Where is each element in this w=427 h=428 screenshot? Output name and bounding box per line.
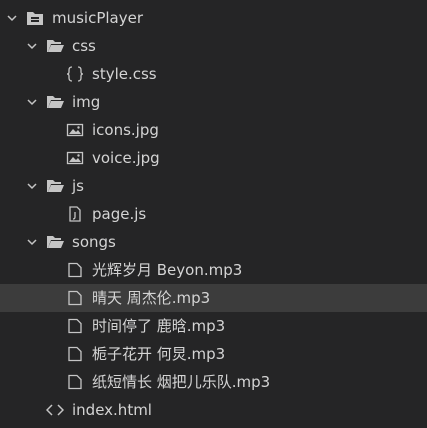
folder-open-icon (46, 233, 64, 251)
file-icon (66, 205, 84, 223)
folder-open-icon (46, 93, 64, 111)
root-folder-icon (26, 9, 44, 27)
tree-item-song-qingtian[interactable]: 晴天 周杰伦.mp3 (0, 284, 427, 312)
tree-item-label: css (72, 37, 96, 55)
tree-item-label: 时间停了 鹿晗.mp3 (92, 317, 226, 335)
tree-item-song-zhiduan[interactable]: 纸短情长 烟把儿乐队.mp3 (0, 368, 427, 396)
image-icon (66, 149, 84, 167)
tree-item-label: index.html (72, 401, 152, 419)
tree-item-index-html[interactable]: index.html (0, 396, 427, 424)
tree-item-label: voice.jpg (92, 149, 160, 167)
tree-item-label: img (72, 93, 101, 111)
tree-item-label: icons.jpg (92, 121, 159, 139)
tree-item-icons-jpg[interactable]: icons.jpg (0, 116, 427, 144)
file-explorer-tree: musicPlayer css style.css img icons.jpg (0, 0, 427, 428)
document-icon (66, 373, 84, 391)
tree-item-voice-jpg[interactable]: voice.jpg (0, 144, 427, 172)
tree-item-img-folder[interactable]: img (0, 88, 427, 116)
tree-item-label: page.js (92, 205, 147, 223)
chevron-down-icon[interactable] (26, 96, 38, 108)
document-icon (66, 289, 84, 307)
tree-item-label: 光辉岁月 Beyon.mp3 (92, 261, 243, 279)
tree-item-page-js[interactable]: page.js (0, 200, 427, 228)
tree-item-label: style.css (92, 65, 157, 83)
chevron-down-icon[interactable] (26, 236, 38, 248)
folder-open-icon (46, 177, 64, 195)
chevron-down-icon[interactable] (26, 40, 38, 52)
document-icon (66, 345, 84, 363)
chevron-down-icon[interactable] (6, 12, 18, 24)
chevron-down-icon[interactable] (26, 180, 38, 192)
tree-item-style-css[interactable]: style.css (0, 60, 427, 88)
tree-item-label: musicPlayer (52, 9, 144, 27)
tree-item-songs-folder[interactable]: songs (0, 228, 427, 256)
image-icon (66, 121, 84, 139)
tree-item-label: songs (72, 233, 116, 251)
tree-item-song-guanghui[interactable]: 光辉岁月 Beyon.mp3 (0, 256, 427, 284)
folder-open-icon (46, 37, 64, 55)
tree-item-css-folder[interactable]: css (0, 32, 427, 60)
tree-item-js-folder[interactable]: js (0, 172, 427, 200)
tree-item-label: 纸短情长 烟把儿乐队.mp3 (92, 373, 271, 391)
code-brackets-icon (46, 401, 64, 419)
tree-item-label: js (72, 177, 84, 195)
tree-item-song-zhizihua[interactable]: 栀子花开 何炅.mp3 (0, 340, 427, 368)
tree-item-musicplayer[interactable]: musicPlayer (0, 4, 427, 32)
document-icon (66, 317, 84, 335)
tree-item-song-shijian[interactable]: 时间停了 鹿晗.mp3 (0, 312, 427, 340)
tree-item-label: 晴天 周杰伦.mp3 (92, 289, 211, 307)
braces-icon (66, 65, 84, 83)
tree-item-label: 栀子花开 何炅.mp3 (92, 345, 226, 363)
document-icon (66, 261, 84, 279)
